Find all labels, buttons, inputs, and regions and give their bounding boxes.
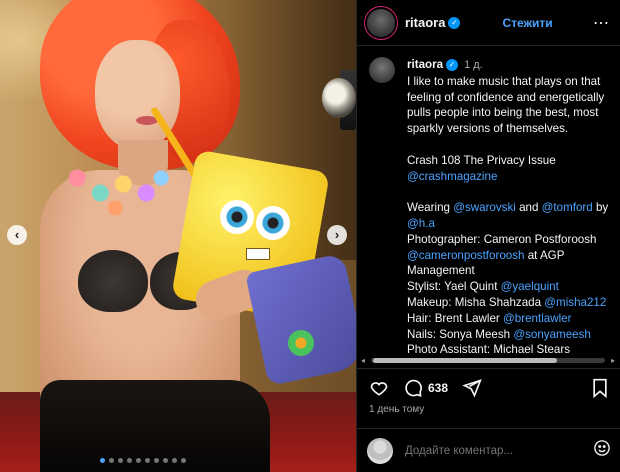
caption-line: Stylist: Yael Quint @yaelquint bbox=[407, 279, 611, 295]
purple-cup-base bbox=[245, 252, 356, 387]
like-button[interactable] bbox=[369, 378, 389, 398]
caption-line: Photo Assistant: Michael Stears @slightl… bbox=[407, 342, 611, 353]
caption-time: 1 д. bbox=[464, 59, 483, 71]
caption-meta: ritaora ✓ 1 д. bbox=[407, 57, 611, 74]
lamp bbox=[322, 78, 356, 118]
caption-text-span: and bbox=[515, 201, 542, 215]
carousel-dot[interactable] bbox=[127, 458, 132, 463]
caption-line: Makeup: Misha Shahzada @misha212 bbox=[407, 295, 611, 311]
caption-line: Crash 108 The Privacy Issue bbox=[407, 153, 556, 167]
caption-line: Hair: Brent Lawler @brentlawler bbox=[407, 311, 611, 327]
caption-text: ritaora ✓ 1 д. I like to make music that p… bbox=[407, 57, 611, 353]
caption-mention-link[interactable]: @cameronpostforoosh bbox=[407, 249, 524, 262]
carousel-prev-button[interactable]: ‹ bbox=[7, 225, 27, 245]
carousel-dot[interactable] bbox=[145, 458, 150, 463]
caption-line: I like to make music that plays on that … bbox=[407, 74, 605, 136]
comment-icon bbox=[405, 379, 422, 397]
header-username[interactable]: ritaora bbox=[405, 15, 445, 30]
carousel-dot[interactable] bbox=[154, 458, 159, 463]
caption-line: Wearing @swarovski and @tomford by @h.a bbox=[407, 200, 611, 232]
carousel-dot[interactable] bbox=[118, 458, 123, 463]
post-side-panel: ritaora ✓ Стежити ⋯ ritaora ✓ 1 д. I like … bbox=[356, 0, 620, 472]
carousel-next-button[interactable]: › bbox=[327, 225, 347, 245]
verified-badge-icon: ✓ bbox=[446, 59, 459, 71]
caption-text-span: by bbox=[592, 201, 609, 215]
scroll-thumb[interactable] bbox=[373, 358, 557, 363]
carousel-dot[interactable] bbox=[100, 458, 105, 463]
carousel-dots bbox=[100, 458, 186, 463]
caption-area[interactable]: ritaora ✓ 1 д. I like to make music that p… bbox=[357, 47, 620, 353]
bookmark-icon bbox=[593, 378, 607, 398]
caption-text-span: Photographer: Cameron Postforoosh bbox=[407, 232, 597, 246]
caption-mention-link[interactable]: @tomford bbox=[542, 201, 593, 214]
share-icon bbox=[462, 378, 482, 398]
caption-mention-link[interactable]: @crashmagazine bbox=[407, 169, 611, 185]
avatar[interactable] bbox=[367, 8, 395, 37]
comment-bar bbox=[357, 428, 620, 472]
mesh-top-left bbox=[78, 250, 148, 312]
comment-button[interactable]: 638 bbox=[403, 378, 448, 398]
carousel-dot[interactable] bbox=[109, 458, 114, 463]
current-user-avatar bbox=[367, 437, 393, 464]
caption-mention-link[interactable]: @yaelquint bbox=[501, 280, 559, 293]
follow-button[interactable]: Стежити bbox=[502, 16, 552, 30]
cup-flower bbox=[288, 330, 314, 356]
emoji-icon[interactable] bbox=[593, 439, 611, 462]
heart-icon bbox=[370, 381, 388, 396]
carousel-dot[interactable] bbox=[136, 458, 141, 463]
caption-mention-link[interactable]: @misha212 bbox=[544, 296, 606, 309]
comment-count: 638 bbox=[428, 380, 449, 395]
scroll-left-icon[interactable]: ◂ bbox=[361, 356, 365, 365]
post-photo[interactable]: ‹ › bbox=[0, 0, 356, 472]
caption-mention-link[interactable]: @sonyameesh bbox=[513, 328, 591, 341]
cartoon-eye-left bbox=[220, 200, 254, 234]
cartoon-teeth bbox=[246, 248, 270, 260]
save-button[interactable] bbox=[591, 378, 609, 398]
caption-text-span: Nails: Sonya Meesh bbox=[407, 327, 514, 341]
caption-scrollbar[interactable]: ◂ ▸ bbox=[361, 356, 615, 365]
carousel-dot[interactable] bbox=[181, 458, 186, 463]
carousel-dot[interactable] bbox=[172, 458, 177, 463]
caption-text-span: Hair: Brent Lawler bbox=[407, 311, 504, 325]
caption-text-span: Stylist: Yael Quint bbox=[407, 280, 501, 294]
scroll-right-icon[interactable]: ▸ bbox=[611, 356, 615, 365]
caption-text-span: Photo Assistant: Michael Stears bbox=[407, 343, 571, 353]
post-header: ritaora ✓ Стежити ⋯ bbox=[357, 0, 620, 46]
caption-username[interactable]: ritaora bbox=[407, 58, 443, 71]
caption-mention-link[interactable]: @brentlawler bbox=[503, 312, 571, 325]
share-button[interactable] bbox=[462, 378, 482, 398]
caption-mention-link[interactable]: @h.a bbox=[407, 217, 435, 230]
caption-line: Photographer: Cameron Postforoosh @camer… bbox=[407, 232, 611, 279]
action-bar: 638 bbox=[357, 368, 620, 406]
verified-badge-icon: ✓ bbox=[448, 16, 461, 29]
caption-row: ritaora ✓ 1 д. I like to make music that p… bbox=[357, 47, 620, 353]
cartoon-eye-right bbox=[256, 206, 290, 240]
caption-text-span: Makeup: Misha Shahzada bbox=[407, 295, 545, 309]
more-options-icon[interactable]: ⋯ bbox=[593, 13, 610, 33]
post-date[interactable]: 1 день тому bbox=[369, 404, 424, 415]
caption-text-span: Wearing bbox=[407, 201, 454, 215]
comment-input[interactable] bbox=[405, 444, 585, 457]
carousel-dot[interactable] bbox=[163, 458, 168, 463]
caption-line: Nails: Sonya Meesh @sonyameesh bbox=[407, 327, 611, 343]
caption-mention-link[interactable]: @swarovski bbox=[453, 201, 516, 214]
caption-avatar[interactable] bbox=[369, 57, 395, 83]
